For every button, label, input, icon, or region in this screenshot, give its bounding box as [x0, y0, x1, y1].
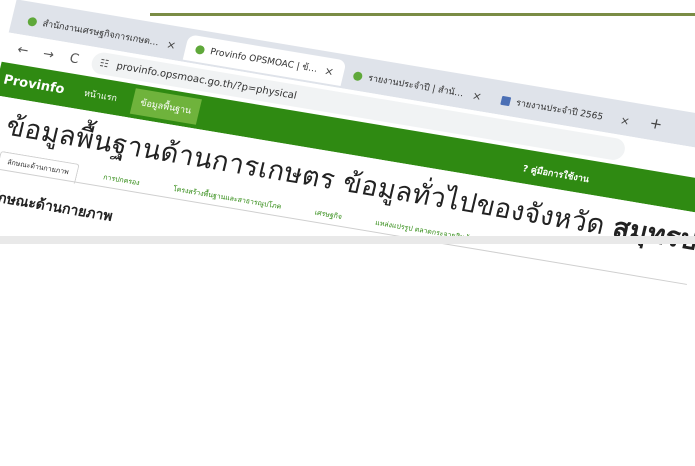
- site-settings-icon[interactable]: ☷: [99, 58, 110, 70]
- section-title: ลักษณะด้านกายภาพ: [0, 188, 115, 225]
- close-icon[interactable]: ×: [323, 64, 335, 78]
- reload-icon[interactable]: C: [65, 50, 84, 67]
- green-circle-favicon-icon: [194, 44, 206, 55]
- new-tab-button[interactable]: +: [648, 114, 665, 134]
- close-icon[interactable]: ×: [471, 89, 483, 103]
- back-arrow-icon[interactable]: ←: [13, 42, 32, 59]
- top-rule: [150, 13, 695, 16]
- green-circle-favicon-icon: [352, 70, 364, 81]
- close-icon[interactable]: ×: [165, 37, 177, 51]
- forward-arrow-icon[interactable]: →: [39, 46, 58, 63]
- subtab-administration[interactable]: การปกครอง: [93, 167, 150, 195]
- green-circle-favicon-icon: [26, 16, 38, 27]
- browser-screenshot: สำนักงานเศรษฐกิจการเกษตร ข้อมูลพื้นฐาน ×…: [0, 0, 695, 457]
- close-icon[interactable]: ×: [619, 113, 631, 127]
- bottom-scroll-strip: [0, 236, 695, 244]
- site-brand[interactable]: Provinfo: [2, 72, 66, 97]
- document-favicon-icon: [500, 95, 512, 106]
- nav-link-home[interactable]: หน้าแรก: [83, 86, 119, 105]
- help-manual-link[interactable]: ? คู่มือการใช้งาน: [521, 161, 591, 186]
- subtab-economy[interactable]: เศรษฐกิจ: [304, 202, 352, 229]
